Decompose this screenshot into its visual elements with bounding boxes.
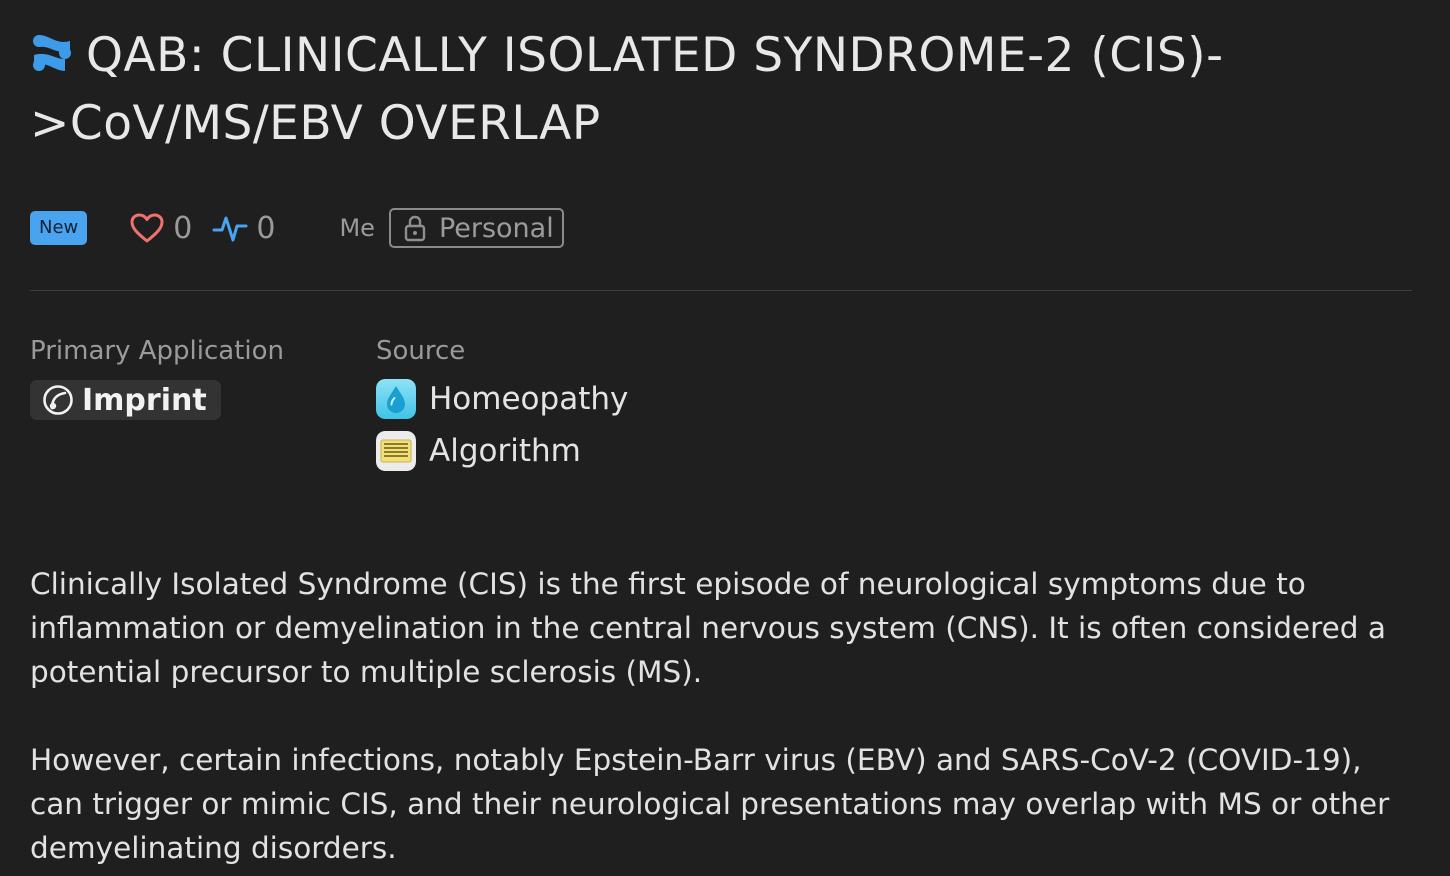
page: QAB: CLINICALLY ISOLATED SYNDROME-2 (CIS… xyxy=(0,0,1450,876)
privacy-label: Personal xyxy=(438,212,554,244)
like-count: 0 xyxy=(173,210,193,246)
meta-row: New 0 0 Me Personal xyxy=(30,208,564,248)
like-button[interactable]: 0 xyxy=(129,211,192,246)
imprint-icon xyxy=(43,385,73,415)
imprint-label: Imprint xyxy=(82,382,207,418)
new-badge: New xyxy=(30,211,88,245)
page-title-text: QAB: CLINICALLY ISOLATED SYNDROME-2 (CIS… xyxy=(30,28,1224,151)
activity-button[interactable]: 0 xyxy=(212,211,275,246)
source-label: Source xyxy=(376,336,466,366)
privacy-toggle[interactable]: Personal xyxy=(388,208,564,248)
imprint-chip[interactable]: Imprint xyxy=(30,380,221,420)
source-item-label: Algorithm xyxy=(429,433,581,469)
title-row: QAB: CLINICALLY ISOLATED SYNDROME-2 (CIS… xyxy=(30,22,1290,158)
source-item-homeopathy[interactable]: Homeopathy xyxy=(376,378,628,420)
binary-code-icon xyxy=(376,431,416,471)
activity-count: 0 xyxy=(256,210,276,246)
source-item-label: Homeopathy xyxy=(429,381,629,417)
water-drop-icon xyxy=(376,379,416,419)
description: Clinically Isolated Syndrome (CIS) is th… xyxy=(30,562,1420,870)
page-title: QAB: CLINICALLY ISOLATED SYNDROME-2 (CIS… xyxy=(30,22,1290,158)
description-paragraph: However, certain infections, notably Eps… xyxy=(30,743,1390,865)
primary-application-section: Primary Application Imprint xyxy=(30,334,284,420)
heart-icon xyxy=(130,213,164,243)
app-logo-icon xyxy=(33,35,71,71)
description-paragraph: Clinically Isolated Syndrome (CIS) is th… xyxy=(30,567,1386,689)
source-section: Source Homeopathy Algorithm xyxy=(376,334,628,472)
lock-icon xyxy=(404,215,426,242)
divider xyxy=(30,290,1412,291)
source-item-algorithm[interactable]: Algorithm xyxy=(376,430,628,472)
owner-label: Me xyxy=(339,214,375,242)
primary-application-label: Primary Application xyxy=(30,336,285,366)
activity-pulse-icon xyxy=(212,216,248,242)
